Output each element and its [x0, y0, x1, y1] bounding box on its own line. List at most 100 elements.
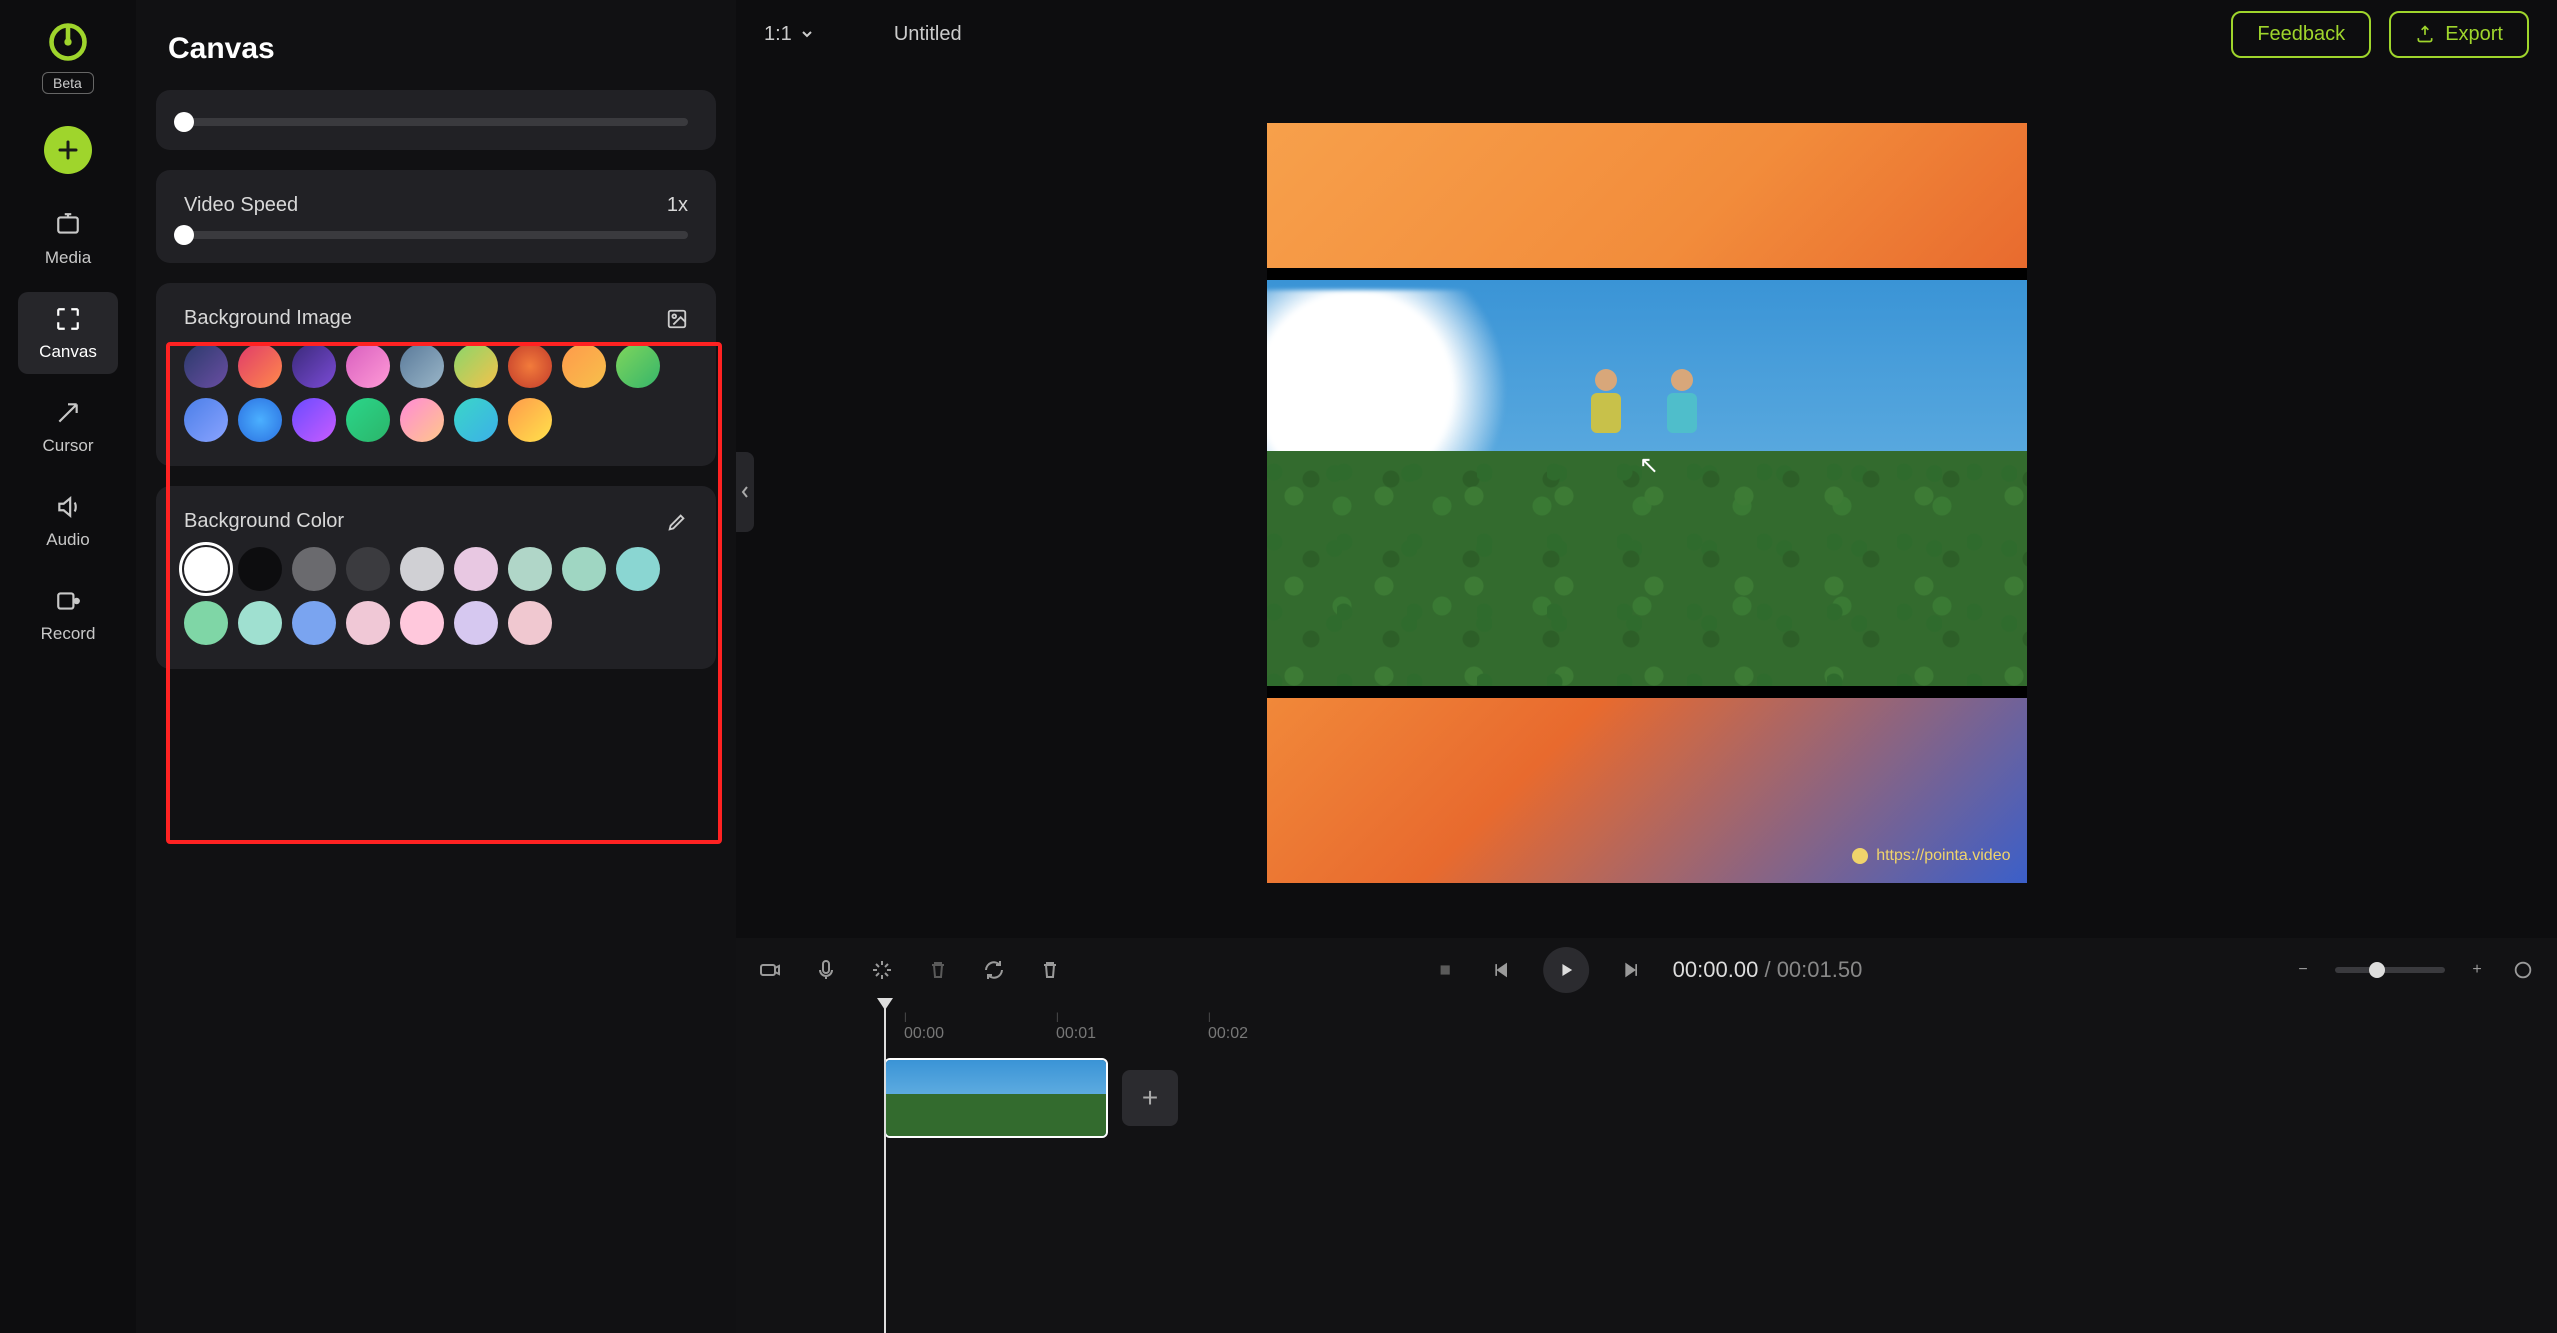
aspect-ratio-selector[interactable]: 1:1	[764, 23, 814, 46]
nav-label: Audio	[46, 530, 89, 550]
background-image-card: Background Image	[156, 283, 716, 466]
trash-small-icon[interactable]	[924, 956, 952, 984]
bg-image-swatch[interactable]	[454, 398, 498, 442]
timeline-ruler[interactable]: 00:00 00:01 00:02	[756, 1012, 2537, 1040]
bg-color-swatch[interactable]	[346, 547, 390, 591]
app-logo: Beta	[42, 16, 94, 94]
bg-image-swatch[interactable]	[508, 344, 552, 388]
video-speed-card: Video Speed 1x	[156, 170, 716, 263]
nav-item-cursor[interactable]: Cursor	[18, 386, 118, 468]
time-display: 00:00.00 / 00:01.50	[1673, 957, 1863, 983]
settings-panel: Canvas Video Speed 1x Background Image B…	[136, 0, 736, 1333]
feedback-button[interactable]: Feedback	[2231, 11, 2371, 58]
bg-color-label: Background Color	[184, 510, 344, 533]
bg-color-swatch[interactable]	[508, 601, 552, 645]
nav-label: Cursor	[42, 436, 93, 456]
prev-frame-button[interactable]	[1487, 956, 1515, 984]
bg-image-swatch[interactable]	[238, 344, 282, 388]
bg-image-label: Background Image	[184, 307, 352, 330]
canvas-icon	[53, 304, 83, 334]
stop-button[interactable]	[1431, 956, 1459, 984]
bg-color-swatch[interactable]	[508, 547, 552, 591]
nav-label: Canvas	[39, 342, 97, 362]
bg-color-swatch[interactable]	[184, 601, 228, 645]
video-speed-value: 1x	[667, 194, 688, 217]
playhead[interactable]	[884, 1002, 886, 1333]
nav-item-media[interactable]: Media	[18, 198, 118, 280]
bg-color-swatch[interactable]	[616, 547, 660, 591]
video-speed-slider[interactable]	[184, 231, 688, 239]
generic-slider-card	[156, 90, 716, 150]
video-clip[interactable]: ↖	[1267, 268, 2027, 698]
background-color-card: Background Color	[156, 486, 716, 669]
cursor-icon	[53, 398, 83, 428]
bg-color-swatch[interactable]	[292, 547, 336, 591]
edit-color-icon[interactable]	[666, 511, 688, 533]
next-frame-button[interactable]	[1617, 956, 1645, 984]
bg-color-swatch[interactable]	[292, 601, 336, 645]
bg-color-swatch[interactable]	[238, 547, 282, 591]
add-button[interactable]	[44, 126, 92, 174]
add-clip-button[interactable]: +	[1122, 1070, 1178, 1126]
bg-color-swatch[interactable]	[238, 601, 282, 645]
nav-item-audio[interactable]: Audio	[18, 480, 118, 562]
bg-color-swatch[interactable]	[454, 601, 498, 645]
ruler-tick: 00:00	[904, 1012, 944, 1043]
bg-image-swatch[interactable]	[184, 344, 228, 388]
bg-color-swatch[interactable]	[562, 547, 606, 591]
zoom-fit-button[interactable]	[2509, 956, 2537, 984]
bg-color-swatch[interactable]	[454, 547, 498, 591]
timeline-clip[interactable]	[884, 1058, 1108, 1138]
bg-image-swatch[interactable]	[616, 344, 660, 388]
video-speed-label: Video Speed	[184, 194, 298, 217]
beta-badge: Beta	[42, 72, 94, 94]
ruler-tick: 00:02	[1208, 1012, 1248, 1043]
audio-icon	[53, 492, 83, 522]
bg-image-swatch[interactable]	[454, 344, 498, 388]
ruler-tick: 00:01	[1056, 1012, 1096, 1043]
bg-color-swatch[interactable]	[400, 601, 444, 645]
zoom-in-button[interactable]: +	[2463, 956, 2491, 984]
main-area: 1:1 Untitled Feedback Export	[736, 0, 2557, 1333]
image-upload-icon[interactable]	[666, 308, 688, 330]
canvas-preview[interactable]: ↖ https://pointa.video	[1267, 123, 2027, 883]
preview-area: ↖ https://pointa.video	[736, 68, 2557, 938]
bg-image-swatch[interactable]	[292, 344, 336, 388]
bg-image-swatch[interactable]	[238, 398, 282, 442]
slider[interactable]	[184, 118, 688, 126]
bg-image-swatch[interactable]	[400, 344, 444, 388]
effects-icon[interactable]	[868, 956, 896, 984]
chevron-down-icon	[800, 27, 814, 41]
nav-item-canvas[interactable]: Canvas	[18, 292, 118, 374]
bg-image-swatch[interactable]	[562, 344, 606, 388]
refresh-icon[interactable]	[980, 956, 1008, 984]
watermark: https://pointa.video	[1852, 847, 2010, 865]
zoom-out-button[interactable]: −	[2289, 956, 2317, 984]
mic-icon[interactable]	[812, 956, 840, 984]
bg-color-swatch[interactable]	[184, 547, 228, 591]
bg-image-swatch[interactable]	[292, 398, 336, 442]
panel-title: Canvas	[156, 32, 716, 66]
ratio-value: 1:1	[764, 23, 792, 46]
bg-image-swatch[interactable]	[346, 344, 390, 388]
topbar: 1:1 Untitled Feedback Export	[736, 0, 2557, 68]
zoom-slider[interactable]	[2335, 967, 2445, 973]
export-button[interactable]: Export	[2389, 11, 2529, 58]
bg-color-swatch[interactable]	[400, 547, 444, 591]
bg-image-swatch[interactable]	[346, 398, 390, 442]
play-button[interactable]	[1543, 947, 1589, 993]
bg-image-swatch[interactable]	[400, 398, 444, 442]
nav-label: Media	[45, 248, 91, 268]
camera-icon[interactable]	[756, 956, 784, 984]
project-title[interactable]: Untitled	[894, 23, 962, 46]
mouse-cursor-icon: ↖	[1639, 451, 1659, 480]
bg-image-swatch[interactable]	[508, 398, 552, 442]
nav-rail: Beta Media Canvas Cursor Audio Record	[0, 0, 136, 1333]
nav-item-record[interactable]: Record	[18, 574, 118, 656]
delete-icon[interactable]	[1036, 956, 1064, 984]
media-icon	[53, 210, 83, 240]
timeline: 00:00.00 / 00:01.50 − + 00:00 00:01 00:0…	[736, 938, 2557, 1333]
bg-color-swatch[interactable]	[346, 601, 390, 645]
nav-label: Record	[41, 624, 96, 644]
bg-image-swatch[interactable]	[184, 398, 228, 442]
